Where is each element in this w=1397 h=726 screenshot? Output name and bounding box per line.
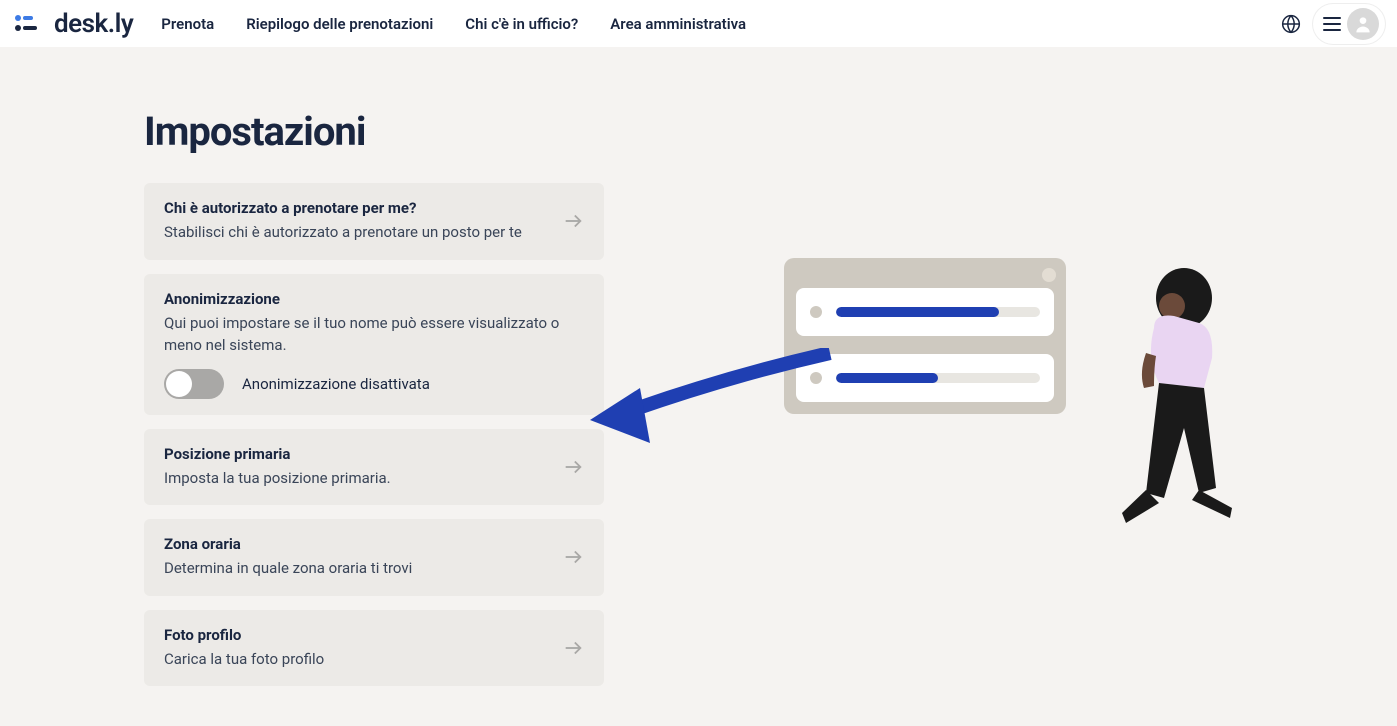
- anonymization-toggle[interactable]: [164, 369, 224, 399]
- illustration: [784, 258, 1066, 700]
- card-title: Zona oraria: [164, 535, 550, 553]
- page-title: Impostazioni: [144, 108, 604, 155]
- card-desc: Determina in quale zona oraria ti trovi: [164, 557, 550, 580]
- illustration-close-icon: [1042, 268, 1056, 282]
- card-desc: Stabilisci chi è autorizzato a prenotare…: [164, 221, 550, 244]
- avatar: [1347, 8, 1379, 40]
- nav-who-in-office[interactable]: Chi c'è in ufficio?: [465, 15, 578, 33]
- card-title: Anonimizzazione: [164, 290, 584, 308]
- logo-text: desk.ly: [54, 9, 133, 39]
- card-profile-photo[interactable]: Foto profilo Carica la tua foto profilo: [144, 610, 604, 687]
- card-primary-position[interactable]: Posizione primaria Imposta la tua posizi…: [144, 429, 604, 506]
- header-right: [1281, 4, 1385, 44]
- card-title: Chi è autorizzato a prenotare per me?: [164, 199, 550, 217]
- illustration-window: [784, 258, 1066, 414]
- card-timezone[interactable]: Zona oraria Determina in quale zona orar…: [144, 519, 604, 596]
- card-title: Posizione primaria: [164, 445, 550, 463]
- arrow-right-icon: [562, 546, 584, 568]
- card-title: Foto profilo: [164, 626, 550, 644]
- arrow-right-icon: [562, 637, 584, 659]
- arrow-right-icon: [562, 210, 584, 232]
- illustration-person: [1104, 258, 1254, 538]
- card-anonymization: Anonimizzazione Qui puoi impostare se il…: [144, 274, 604, 415]
- main-nav: Prenota Riepilogo delle prenotazioni Chi…: [161, 15, 746, 33]
- toggle-label: Anonimizzazione disattivata: [242, 375, 430, 393]
- nav-summary[interactable]: Riepilogo delle prenotazioni: [246, 15, 433, 33]
- toggle-knob: [166, 371, 192, 397]
- top-header: desk.ly Prenota Riepilogo delle prenotaz…: [0, 0, 1397, 48]
- logo-icon: [12, 12, 48, 36]
- user-menu[interactable]: [1313, 4, 1385, 44]
- language-icon[interactable]: [1281, 14, 1301, 34]
- arrow-right-icon: [562, 456, 584, 478]
- illustration-row: [796, 288, 1054, 336]
- nav-book[interactable]: Prenota: [161, 15, 214, 33]
- nav-admin[interactable]: Area amministrativa: [610, 15, 746, 33]
- logo[interactable]: desk.ly: [12, 9, 133, 39]
- settings-column: Impostazioni Chi è autorizzato a prenota…: [144, 108, 604, 700]
- card-desc: Imposta la tua posizione primaria.: [164, 467, 550, 490]
- card-desc: Carica la tua foto profilo: [164, 648, 550, 671]
- card-desc: Qui puoi impostare se il tuo nome può es…: [164, 312, 584, 357]
- illustration-row: [796, 354, 1054, 402]
- card-authorize-booking[interactable]: Chi è autorizzato a prenotare per me? St…: [144, 183, 604, 260]
- menu-icon: [1323, 17, 1341, 31]
